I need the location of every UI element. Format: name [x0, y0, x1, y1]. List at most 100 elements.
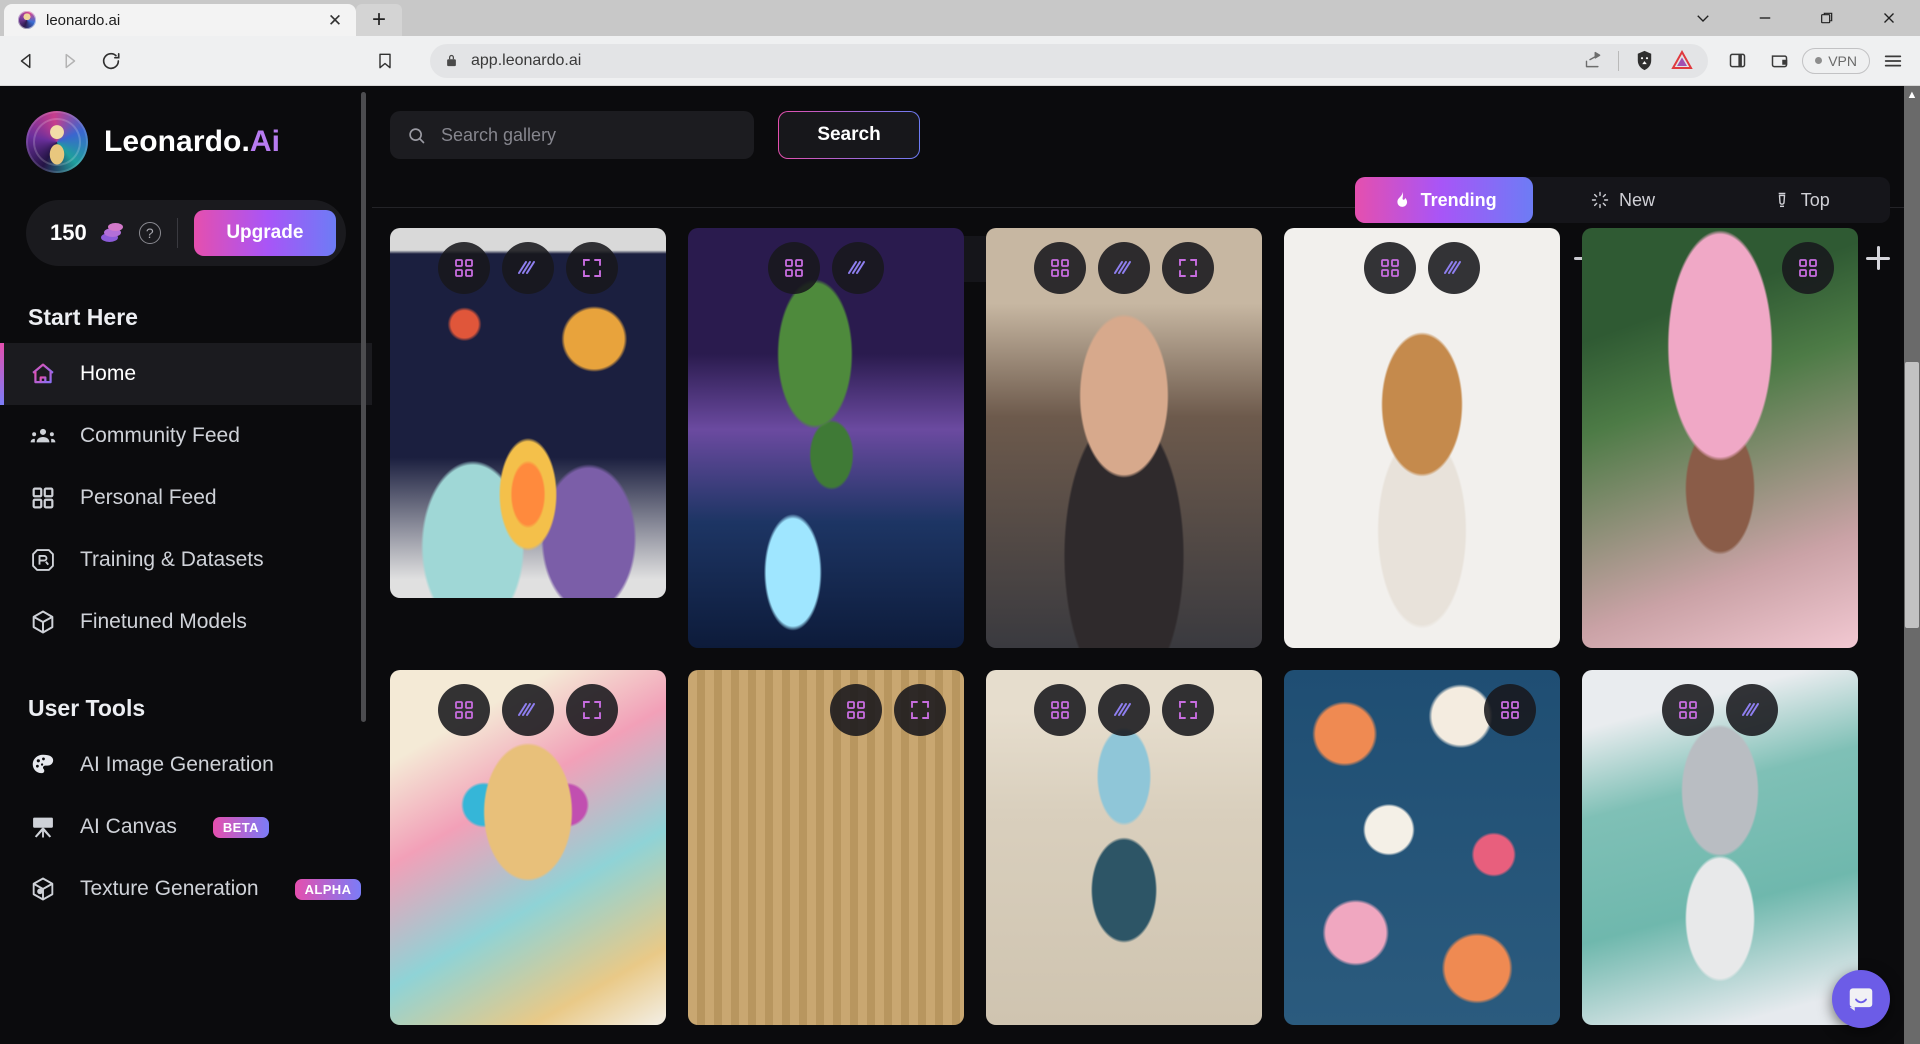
expand-icon[interactable] — [1162, 242, 1214, 294]
share-icon[interactable] — [1583, 50, 1604, 71]
upscale-icon[interactable] — [1662, 684, 1714, 736]
upscale-icon[interactable] — [1364, 242, 1416, 294]
page-scrollbar[interactable]: ▲ — [1904, 86, 1920, 1044]
gallery-card[interactable] — [986, 670, 1262, 1025]
gallery-grid — [390, 228, 1920, 1025]
upscale-icon[interactable] — [438, 242, 490, 294]
motion-icon[interactable] — [502, 242, 554, 294]
browser-tab[interactable]: leonardo.ai ✕ — [4, 4, 356, 36]
restore-button[interactable] — [1796, 0, 1858, 36]
gallery-card[interactable] — [390, 670, 666, 1025]
minimize-button[interactable] — [1734, 0, 1796, 36]
upgrade-button[interactable]: Upgrade — [193, 210, 336, 256]
reload-icon[interactable] — [92, 42, 130, 80]
vpn-status-dot — [1815, 57, 1823, 64]
card-actions — [688, 684, 964, 736]
help-icon[interactable]: ? — [138, 222, 161, 244]
gallery-card[interactable] — [688, 228, 964, 648]
sidebar-item-texture-generation[interactable]: Texture Generation ALPHA — [0, 858, 372, 920]
gallery-card[interactable] — [1582, 670, 1858, 1025]
easel-icon — [28, 812, 58, 842]
sidebar-scrollbar[interactable] — [361, 86, 366, 1044]
gallery-card[interactable] — [1284, 670, 1560, 1025]
card-actions — [390, 242, 666, 294]
brand[interactable]: Leonardo.Ai — [0, 111, 372, 173]
search-box[interactable] — [390, 111, 754, 159]
bookmark-icon[interactable] — [366, 42, 404, 80]
flame-icon — [1397, 191, 1407, 207]
close-tab-button[interactable]: ✕ — [324, 9, 346, 31]
gallery-card[interactable] — [390, 228, 666, 598]
upscale-icon[interactable] — [1484, 684, 1536, 736]
sidebar-item-label: Training & Datasets — [80, 548, 264, 571]
sidebar-item-ai-image-generation[interactable]: AI Image Generation — [0, 734, 372, 796]
tab-title: leonardo.ai — [46, 11, 121, 29]
section-title-user-tools: User Tools — [28, 695, 146, 721]
gallery-card[interactable] — [986, 228, 1262, 648]
grid-squares-icon — [28, 483, 58, 513]
page-scrollbar-thumb[interactable] — [1905, 362, 1919, 628]
gallery-card[interactable] — [1582, 228, 1858, 648]
expand-icon[interactable] — [566, 684, 618, 736]
palette-icon — [28, 750, 58, 780]
badge-alpha: ALPHA — [294, 878, 362, 900]
upscale-icon[interactable] — [768, 242, 820, 294]
texture-cube-icon — [28, 874, 58, 904]
sidebar-panel-icon[interactable] — [1718, 42, 1756, 80]
nav-start-here: Home Community Feed Personal Feed Traini… — [0, 343, 372, 653]
motion-icon[interactable] — [1726, 684, 1778, 736]
motion-icon[interactable] — [1098, 242, 1150, 294]
sidebar-item-community-feed[interactable]: Community Feed — [0, 405, 372, 467]
back-icon[interactable] — [8, 42, 46, 80]
motion-icon[interactable] — [1428, 242, 1480, 294]
brave-lion-shield-icon[interactable] — [1633, 49, 1656, 72]
expand-icon[interactable] — [894, 684, 946, 736]
sidebar-item-training-datasets[interactable]: Training & Datasets — [0, 529, 372, 591]
trophy-icon — [1778, 192, 1786, 208]
scroll-up-arrow[interactable]: ▲ — [1904, 86, 1920, 104]
credits-divider — [176, 218, 178, 248]
card-actions — [390, 684, 666, 736]
expand-icon[interactable] — [566, 242, 618, 294]
sidebar-item-finetuned-models[interactable]: Finetuned Models — [0, 591, 372, 653]
motion-icon[interactable] — [502, 684, 554, 736]
expand-icon[interactable] — [1162, 684, 1214, 736]
brand-name-main: Leonardo. — [104, 125, 250, 158]
sidebar-item-ai-canvas[interactable]: AI Canvas BETA — [0, 796, 372, 858]
search-area: Search — [390, 111, 920, 159]
tab-label: New — [1618, 189, 1655, 210]
brave-triangle-rewards-icon[interactable] — [1670, 49, 1694, 73]
vpn-toggle-button[interactable]: VPN — [1802, 47, 1870, 74]
credits-panel: 150 ? Upgrade — [26, 200, 346, 266]
upscale-icon[interactable] — [830, 684, 882, 736]
gallery-card[interactable] — [688, 670, 964, 1025]
close-window-button[interactable] — [1858, 0, 1920, 36]
tab-label: Top — [1800, 189, 1830, 210]
coins-icon — [100, 223, 125, 243]
sidebar-item-label: Texture Generation — [80, 877, 259, 900]
card-actions — [1582, 242, 1858, 294]
motion-icon[interactable] — [832, 242, 884, 294]
intercom-chat-button[interactable] — [1832, 970, 1890, 1028]
sidebar-item-home[interactable]: Home — [0, 343, 372, 405]
upscale-icon[interactable] — [438, 684, 490, 736]
new-tab-button[interactable]: + — [356, 4, 402, 36]
motion-icon[interactable] — [1098, 684, 1150, 736]
forward-icon[interactable] — [50, 42, 88, 80]
address-bar[interactable]: app.leonardo.ai — [430, 43, 1709, 78]
sidebar-item-personal-feed[interactable]: Personal Feed — [0, 467, 372, 529]
hamburger-menu-icon[interactable] — [1874, 42, 1912, 80]
upscale-icon[interactable] — [1034, 242, 1086, 294]
wallet-icon[interactable] — [1760, 42, 1798, 80]
upscale-icon[interactable] — [1034, 684, 1086, 736]
sparkle-icon — [1591, 191, 1609, 209]
upscale-icon[interactable] — [1782, 242, 1834, 294]
gallery-card[interactable] — [1284, 228, 1560, 648]
tab-search-button[interactable] — [1672, 0, 1734, 36]
card-actions — [688, 242, 964, 294]
vpn-label: VPN — [1828, 52, 1857, 69]
sidebar-scrollbar-thumb[interactable] — [361, 92, 366, 722]
search-input[interactable] — [441, 124, 738, 146]
credits-amount: 150 — [50, 220, 87, 245]
search-button[interactable]: Search — [778, 111, 920, 159]
